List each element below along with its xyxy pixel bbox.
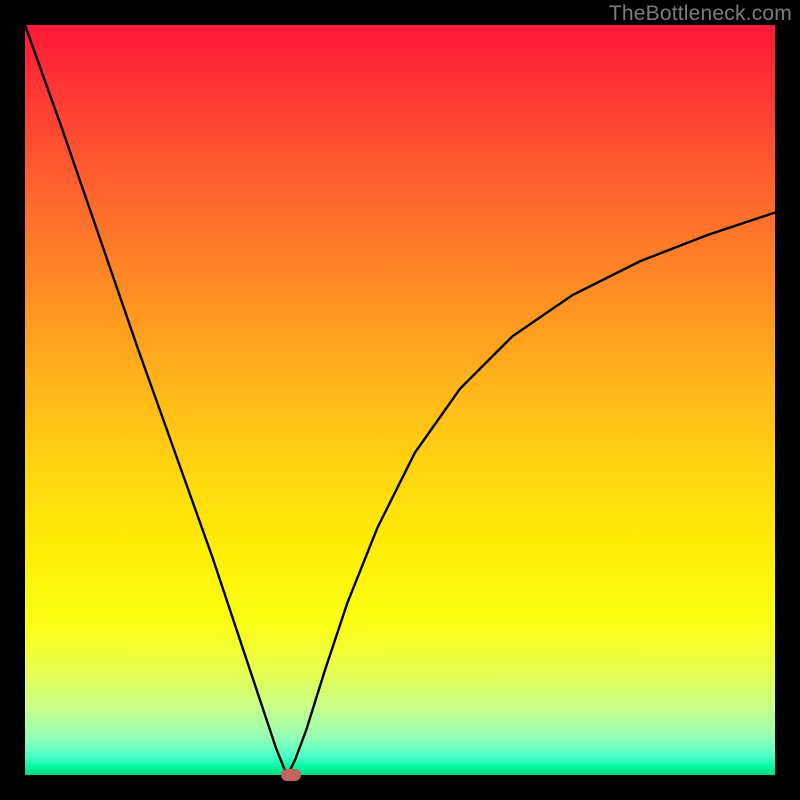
optimal-point-marker xyxy=(281,769,301,781)
watermark-text: TheBottleneck.com xyxy=(609,2,792,26)
chart-frame: TheBottleneck.com xyxy=(0,0,800,800)
bottleneck-curve xyxy=(25,25,775,775)
